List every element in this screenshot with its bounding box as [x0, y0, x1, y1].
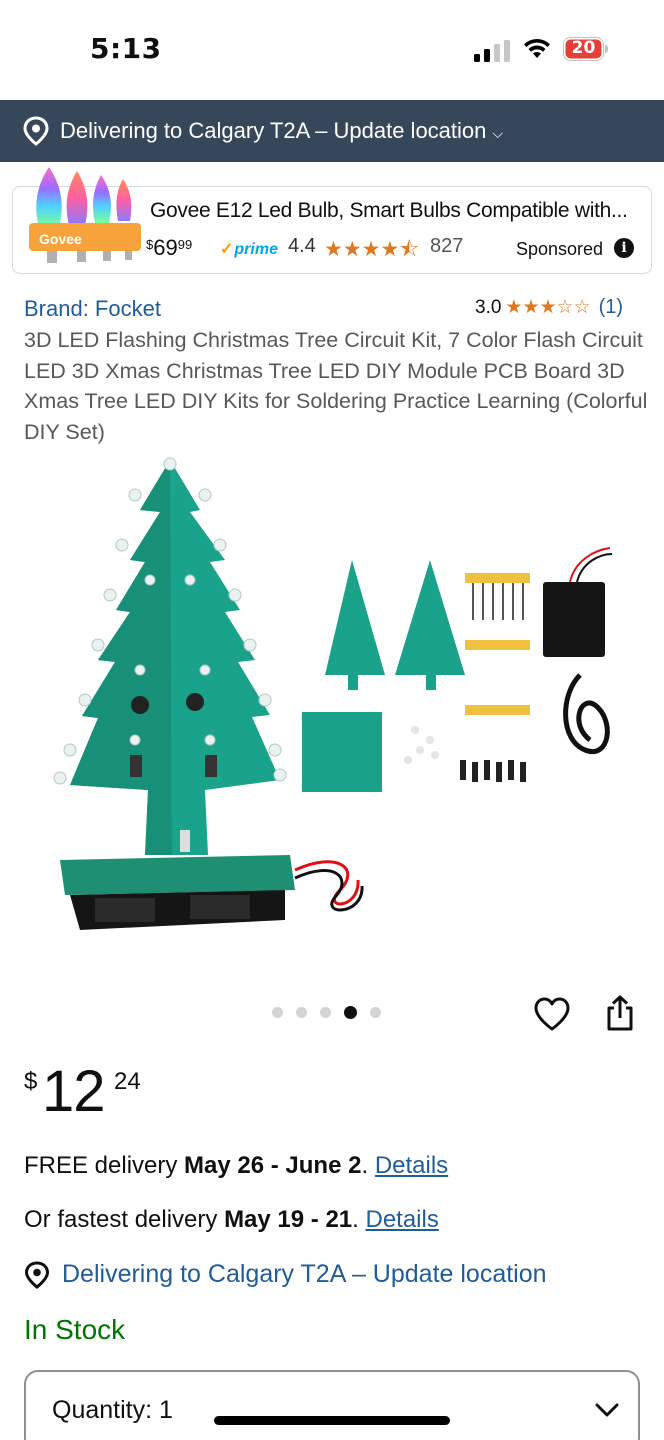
free-delivery-details-link[interactable]: Details: [375, 1152, 448, 1179]
stock-status: In Stock: [24, 1314, 126, 1345]
ad-product-image[interactable]: Govee: [19, 165, 147, 275]
location-bar[interactable]: Delivering to Calgary T2A – Update locat…: [0, 100, 664, 162]
ad-price: $6999: [146, 235, 192, 261]
status-bar: 5:13 20: [0, 0, 664, 100]
fast-delivery-prefix: Or fastest delivery: [24, 1206, 225, 1233]
quantity-label-text: Quantity:: [52, 1396, 153, 1424]
location-pin-icon: [24, 1260, 50, 1289]
ad-image-brand: Govee: [39, 231, 82, 247]
home-indicator[interactable]: [214, 1416, 450, 1425]
prime-label: prime: [234, 241, 278, 258]
battery-level: 20: [571, 38, 596, 58]
ad-review-count: 827: [430, 235, 464, 257]
ad-price-symbol: $: [146, 237, 154, 252]
free-delivery-line: FREE delivery May 26 - June 2. Details: [24, 1152, 448, 1180]
sponsored-ad[interactable]: Govee Govee E12 Led Bulb, Smart Bulbs Co…: [12, 167, 652, 274]
price-symbol: $: [24, 1068, 38, 1095]
heart-icon[interactable]: [533, 996, 571, 1032]
ad-price-whole: 69: [153, 235, 178, 260]
review-count[interactable]: (1): [599, 296, 623, 319]
price-whole: 12: [42, 1059, 106, 1124]
carousel-dot[interactable]: [296, 1007, 307, 1018]
fast-delivery-details-link[interactable]: Details: [365, 1206, 438, 1233]
fast-delivery-dates: May 19 - 21: [224, 1206, 353, 1233]
signal-icon: [474, 40, 510, 62]
chevron-down-icon: [595, 1403, 619, 1417]
prime-check-icon: ✓: [220, 241, 234, 258]
status-time: 5:13: [90, 32, 162, 65]
free-delivery-prefix: FREE delivery: [24, 1152, 185, 1179]
product-image[interactable]: [40, 450, 640, 950]
image-carousel-dots[interactable]: [272, 1006, 381, 1019]
prime-badge: ✓prime: [220, 239, 278, 259]
delivery-location-link[interactable]: Delivering to Calgary T2A – Update locat…: [24, 1260, 547, 1289]
star-rating-icon: ★★★☆☆: [505, 297, 591, 318]
share-icon[interactable]: [604, 994, 636, 1032]
product-rating[interactable]: 3.0 ★★★☆☆ (1): [475, 296, 623, 319]
brand-link[interactable]: Brand: Focket: [24, 296, 161, 322]
chevron-down-icon: ⌵: [492, 124, 504, 141]
wifi-icon: [524, 38, 550, 58]
ad-price-cents: 99: [177, 237, 193, 252]
ad-title[interactable]: Govee E12 Led Bulb, Smart Bulbs Compatib…: [150, 199, 628, 223]
ad-star-rating: ★★★★⯪: [324, 238, 420, 261]
carousel-dot-active[interactable]: [344, 1006, 357, 1019]
carousel-dot[interactable]: [320, 1007, 331, 1018]
carousel-dot[interactable]: [272, 1007, 283, 1018]
price-fraction: 24: [114, 1068, 141, 1095]
sponsored-label: Sponsored: [516, 239, 604, 259]
rating-value: 3.0: [475, 296, 502, 318]
product-title: 3D LED Flashing Christmas Tree Circuit K…: [24, 328, 648, 444]
fast-delivery-line: Or fastest delivery May 19 - 21. Details: [24, 1206, 439, 1234]
battery-icon: 20: [563, 37, 609, 61]
quantity-label: Quantity: 1: [52, 1396, 173, 1425]
free-delivery-dates: May 26 - June 2: [184, 1152, 362, 1179]
info-icon[interactable]: i: [614, 238, 634, 258]
location-text[interactable]: Delivering to Calgary T2A – Update locat…: [60, 118, 486, 144]
quantity-select[interactable]: Quantity: 1: [24, 1370, 640, 1440]
location-pin-icon: [23, 116, 49, 146]
period: .: [352, 1206, 366, 1233]
ad-rating: 4.4: [288, 235, 316, 257]
delivery-location-text[interactable]: Delivering to Calgary T2A – Update locat…: [62, 1260, 547, 1289]
period: .: [361, 1152, 375, 1179]
carousel-dot[interactable]: [370, 1007, 381, 1018]
quantity-value: 1: [159, 1396, 173, 1424]
